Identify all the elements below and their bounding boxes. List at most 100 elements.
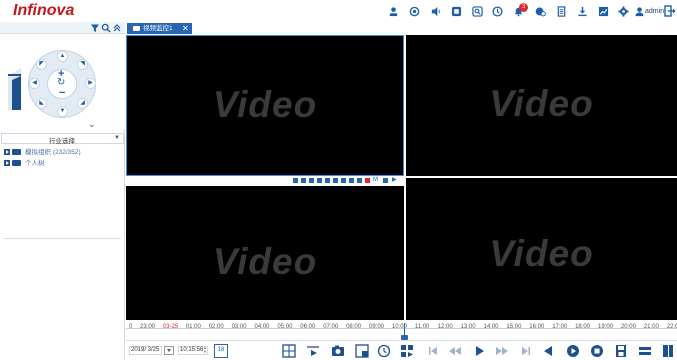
folder-icon <box>12 149 21 156</box>
zoom-out-icon[interactable]: − <box>59 87 65 99</box>
ptz-down-right-icon[interactable]: ◢ <box>77 98 88 109</box>
chevron-down-icon: ▼ <box>114 135 120 141</box>
skip-end-icon[interactable] <box>519 344 533 358</box>
user-icon <box>634 6 645 17</box>
video-cell[interactable]: Video <box>126 186 404 331</box>
close-icon[interactable]: ✕ <box>182 23 189 34</box>
notification-badge: 3 <box>519 3 528 12</box>
ptz-icon[interactable] <box>325 178 330 183</box>
mode-m-icon[interactable]: M <box>373 177 381 183</box>
snapshot-icon[interactable] <box>293 178 298 183</box>
reverse-play-icon[interactable] <box>542 344 556 358</box>
timeline-view-icon[interactable] <box>638 344 652 358</box>
screen-icon[interactable] <box>451 6 462 17</box>
timeline-tick-label: 08:00 <box>346 324 362 330</box>
ptz-down-left-icon[interactable]: ◣ <box>36 98 47 109</box>
folder-icon <box>12 160 21 167</box>
calendar-icon[interactable]: 18 <box>214 344 228 358</box>
timeline-tick-label: 05:00 <box>277 324 293 330</box>
tree-item-personal[interactable]: 个人树 <box>4 157 45 167</box>
main-area: 视频监控1 ✕ Video Video M ▶ Video Video 0 23… <box>126 22 677 360</box>
timeline-tick-label: 18:00 <box>575 324 591 330</box>
timeline-tick-label: 20:00 <box>620 324 636 330</box>
ptz-up-icon[interactable]: ▲ <box>57 51 68 62</box>
logout-icon[interactable] <box>664 5 676 17</box>
fullscreen-icon[interactable] <box>383 178 388 183</box>
tab-video-monitor[interactable]: 视频监控1 ✕ <box>127 23 192 34</box>
expand-icon[interactable] <box>4 160 10 167</box>
video-cell[interactable]: Video <box>406 35 677 176</box>
ptz-right-icon[interactable]: ▶ <box>85 78 96 89</box>
audio-icon[interactable] <box>309 178 314 183</box>
left-panel: ▲ ▼ ◀ ▶ ◤ ◥ ◣ ◢ + ↻ − ⌄ 行业选择 ▼ 模拟组织 (232… <box>0 22 125 360</box>
playback-timeline[interactable]: 0 23:00 03-25 01:00 02:00 03:00 04:00 05:00 06:… <box>126 320 677 340</box>
document-icon[interactable] <box>556 6 567 17</box>
tab-label: 视频监控1 <box>143 25 173 32</box>
layout-grid-icon[interactable] <box>282 344 296 358</box>
play-circle-icon[interactable] <box>566 344 580 358</box>
book-icon[interactable] <box>661 344 675 358</box>
user-name[interactable]: admin <box>645 8 664 15</box>
skip-start-icon[interactable] <box>426 344 440 358</box>
timeline-tick-label: 03:00 <box>231 324 247 330</box>
date-dropdown-icon[interactable] <box>164 346 174 355</box>
snapshot-icon[interactable] <box>331 344 345 358</box>
sync-play-icon[interactable] <box>400 344 414 358</box>
audio-icon[interactable] <box>430 6 441 17</box>
timeline-tick-label: 13:00 <box>460 324 476 330</box>
gear-icon[interactable] <box>618 6 629 17</box>
tree-item-simulated-org[interactable]: 模拟组织 (232/352) <box>4 146 81 156</box>
timeline-tick-label: 04:00 <box>254 324 270 330</box>
ptz-up-right-icon[interactable]: ◥ <box>77 59 88 70</box>
timeline-tick-label: 11:00 <box>414 324 430 330</box>
video-cell[interactable]: Video <box>406 178 677 331</box>
record-icon[interactable] <box>301 178 306 183</box>
search-image-icon[interactable] <box>472 6 483 17</box>
chart-icon[interactable] <box>598 6 609 17</box>
divider <box>4 238 121 239</box>
video-placeholder: Video <box>489 83 594 124</box>
rewind-icon[interactable] <box>448 344 462 358</box>
more-right-icon[interactable]: ▶ <box>392 177 397 183</box>
fast-forward-icon[interactable] <box>495 344 509 358</box>
ptz-speed-slider[interactable] <box>8 68 21 110</box>
industry-select[interactable]: 行业选择 ▼ <box>1 133 124 145</box>
ptz-up-left-icon[interactable]: ◤ <box>36 59 47 70</box>
settings-alt-icon[interactable] <box>535 6 546 17</box>
timeline-tick-label: 21:00 <box>643 324 659 330</box>
date-input[interactable]: 2019/ 3/25 <box>129 346 162 355</box>
industry-select-label: 行业选择 <box>49 138 75 145</box>
stop-icon[interactable] <box>590 344 604 358</box>
timeline-tick-label: 16:00 <box>529 324 545 330</box>
playback-controls: 2019/ 3/25 10:15:56 ▲ ▼ 18 <box>126 340 677 360</box>
timeline-tick-label: 12:00 <box>437 324 453 330</box>
search-icon[interactable] <box>101 23 111 33</box>
download-icon[interactable] <box>577 6 588 17</box>
expand-icon[interactable] <box>4 149 10 156</box>
talk-icon[interactable] <box>317 178 322 183</box>
clip-icon[interactable] <box>306 344 320 358</box>
save-icon[interactable] <box>614 344 628 358</box>
camera-settings-icon[interactable] <box>409 6 420 17</box>
timeline-tick-label: 22:0 <box>666 324 677 330</box>
ptz-down-icon[interactable]: ▼ <box>57 106 68 117</box>
filter-icon[interactable] <box>90 23 100 33</box>
play-icon[interactable] <box>472 344 486 358</box>
expand-down-icon[interactable]: ⌄ <box>88 119 96 130</box>
zoom-icon[interactable] <box>333 178 338 183</box>
clock-icon[interactable] <box>377 344 391 358</box>
timeline-tick-label: 03-25 <box>162 324 179 330</box>
playback-icon[interactable] <box>341 178 346 183</box>
stream-icon[interactable] <box>357 178 362 183</box>
person-pin-icon[interactable] <box>388 6 399 17</box>
ptz-left-icon[interactable]: ◀ <box>29 78 40 89</box>
ptz-center: + ↻ − <box>47 68 77 99</box>
window-icon[interactable] <box>355 344 369 358</box>
settings-icon[interactable] <box>349 178 354 183</box>
alarm-icon[interactable] <box>365 178 370 183</box>
time-spinner-icon[interactable]: ▲ ▼ <box>203 346 208 355</box>
video-cell[interactable]: Video <box>126 35 404 176</box>
video-placeholder: Video <box>212 241 318 282</box>
playback-icon[interactable] <box>492 6 503 17</box>
collapse-up-icon[interactable] <box>112 23 122 33</box>
